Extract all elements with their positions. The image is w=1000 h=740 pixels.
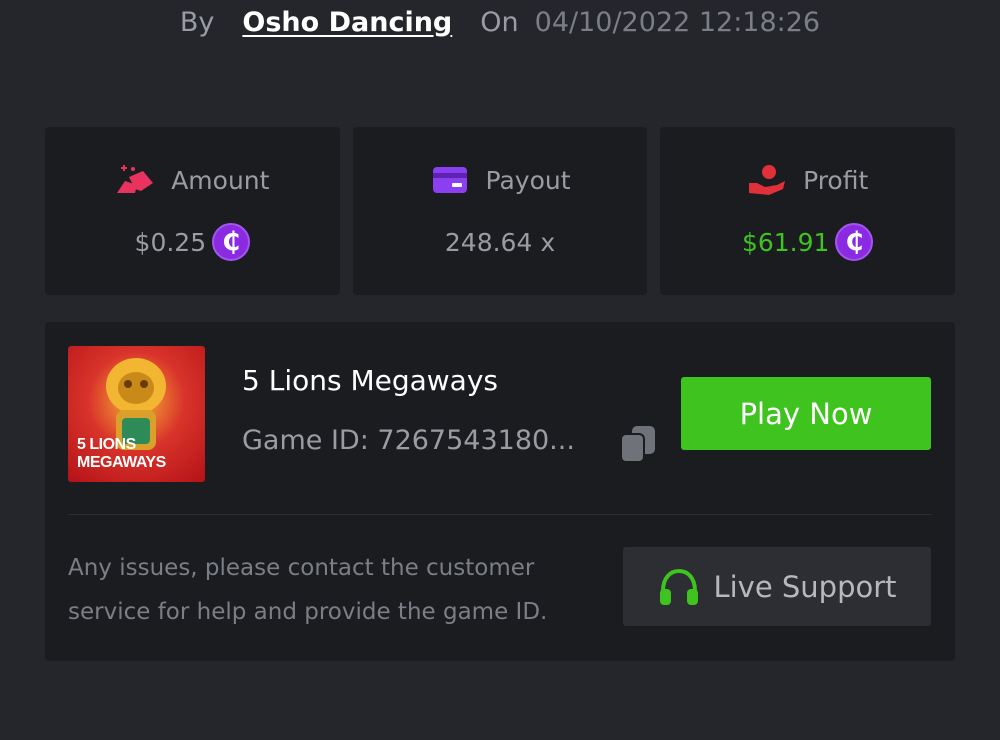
divider <box>68 514 932 515</box>
stat-payout-value-row: 248.64 x <box>445 222 555 262</box>
stat-payout-header: Payout <box>430 163 571 197</box>
stat-amount: Amount $0.25 ₵ <box>45 127 340 295</box>
thumbnail-line-2: MEGAWAYS <box>77 454 166 471</box>
headset-icon <box>660 568 699 605</box>
game-thumbnail[interactable]: 5 LIONS MEGAWAYS <box>68 346 205 482</box>
game-card: 5 LIONS MEGAWAYS 5 Lions Megaways Game I… <box>45 322 955 661</box>
username-link[interactable]: Osho Dancing <box>242 7 452 38</box>
stat-payout: Payout 248.64 x <box>352 127 648 295</box>
stat-profit-value: $61.91 <box>741 227 830 257</box>
play-now-button[interactable]: Play Now <box>681 377 931 450</box>
live-support-button[interactable]: Live Support <box>623 547 931 626</box>
stat-payout-label: Payout <box>485 165 571 195</box>
stat-profit: Profit $61.91 ₵ <box>660 127 956 295</box>
stat-payout-value: 248.64 x <box>444 227 556 257</box>
card-icon <box>432 167 467 193</box>
stat-profit-label: Profit <box>803 165 869 195</box>
bet-stats: Amount $0.25 ₵ Payout 248.64 x Profit $6… <box>45 127 956 295</box>
copy-icon[interactable] <box>619 424 657 464</box>
live-support-label: Live Support <box>713 569 897 604</box>
game-thumbnail-title: 5 LIONS MEGAWAYS <box>77 436 166 472</box>
stat-amount-header: Amount <box>115 163 269 197</box>
stat-amount-value: $0.25 <box>134 227 207 257</box>
stat-amount-label: Amount <box>171 165 270 195</box>
help-text: Any issues, please contact the customer … <box>68 555 548 625</box>
coin-icon: ₵ <box>835 223 874 261</box>
bet-timestamp: 04/10/2022 12:18:26 <box>534 6 821 38</box>
on-label: On <box>480 6 519 38</box>
stat-profit-header: Profit <box>747 163 868 197</box>
coin-icon: ₵ <box>212 223 251 261</box>
game-name: 5 Lions Megaways <box>242 364 498 397</box>
stat-amount-value-row: $0.25 ₵ <box>135 222 251 262</box>
coins-stack-icon <box>117 165 154 193</box>
hand-coin-icon <box>749 165 786 195</box>
by-label: By <box>179 6 215 38</box>
game-id: Game ID: 7267543180... <box>242 425 575 456</box>
thumbnail-line-1: 5 LIONS <box>77 436 136 453</box>
bet-byline: By Osho Dancing On 04/10/2022 12:18:26 <box>0 2 1000 42</box>
stat-profit-value-row: $61.91 ₵ <box>741 222 874 262</box>
